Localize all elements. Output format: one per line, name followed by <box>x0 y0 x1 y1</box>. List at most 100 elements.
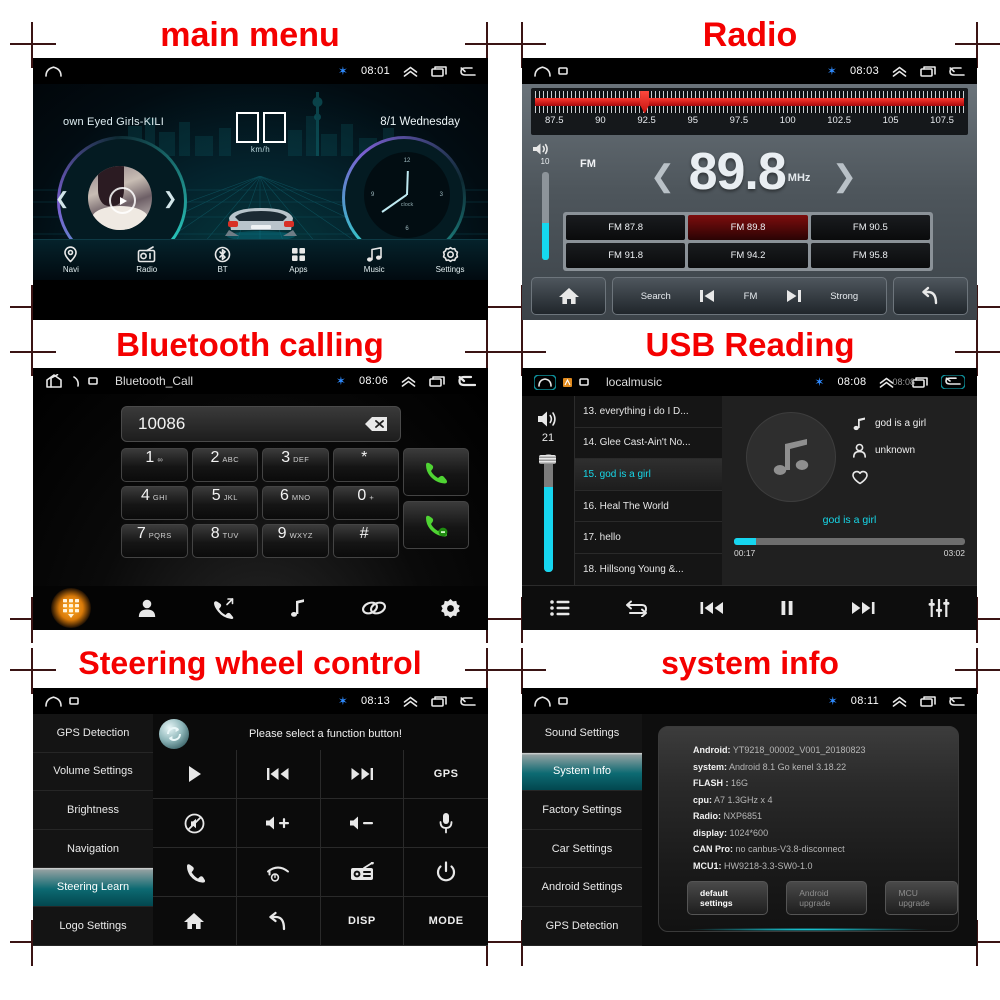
sidebar-item-gps-detection[interactable]: GPS Detection <box>522 907 642 946</box>
home-icon[interactable] <box>45 374 65 388</box>
function-previous[interactable] <box>236 750 321 799</box>
chevron-up-icon[interactable] <box>401 376 416 387</box>
playlist-button[interactable] <box>522 586 598 630</box>
function-power[interactable] <box>404 848 488 897</box>
progress-bar[interactable]: 00:17 03:02 <box>734 538 965 558</box>
equalizer-button[interactable] <box>901 586 977 630</box>
key-7[interactable]: 7 PQRS <box>121 524 188 558</box>
key-1[interactable]: 1 ∞ <box>121 448 188 482</box>
preset-button[interactable]: FM 87.8 <box>566 215 686 240</box>
sidebar-item-android-settings[interactable]: Android Settings <box>522 868 642 907</box>
sidebar-item-gps-detection[interactable]: GPS Detection <box>33 714 153 753</box>
preset-button[interactable]: FM 94.2 <box>688 243 808 268</box>
function-disp[interactable]: DISP <box>320 897 405 946</box>
sidebar-item-brightness[interactable]: Brightness <box>33 791 153 830</box>
preset-button-active[interactable]: FM 89.8 <box>688 215 808 240</box>
dock-item-settings[interactable] <box>412 586 488 630</box>
backspace-icon[interactable] <box>364 416 388 432</box>
preset-button[interactable]: FM 91.8 <box>566 243 686 268</box>
sidebar-item-factory-settings[interactable]: Factory Settings <box>522 791 642 830</box>
track-row[interactable]: 16. Heal The World <box>575 491 723 523</box>
default-settings-button[interactable]: default settings <box>687 881 769 915</box>
dock-item-link[interactable] <box>336 586 412 630</box>
mcu-upgrade-button[interactable]: MCU upgrade <box>885 881 958 915</box>
recent-apps-icon[interactable] <box>920 695 936 707</box>
search-button[interactable]: Search <box>641 291 671 302</box>
chevron-up-icon[interactable] <box>403 696 418 707</box>
usb-volume-knob[interactable] <box>539 455 556 464</box>
recent-apps-icon[interactable] <box>920 65 936 77</box>
nav-item-navi[interactable]: Navi <box>33 240 109 280</box>
nav-item-music[interactable]: Music <box>336 240 412 280</box>
home-icon[interactable] <box>534 695 551 707</box>
home-icon[interactable] <box>45 65 62 77</box>
track-row[interactable]: 17. hello <box>575 522 723 554</box>
key-9[interactable]: 9 WXYZ <box>262 524 329 558</box>
sidebar-item-navigation[interactable]: Navigation <box>33 830 153 869</box>
key-5[interactable]: 5 JKL <box>191 486 258 520</box>
preset-button[interactable]: FM 90.5 <box>810 215 930 240</box>
sidebar-item-car-settings[interactable]: Car Settings <box>522 830 642 869</box>
skip-next-icon[interactable] <box>785 288 803 304</box>
prev-arrow-icon[interactable]: ❮ <box>55 189 69 209</box>
usb-volume-slider[interactable] <box>543 454 553 572</box>
preset-button[interactable]: FM 95.8 <box>810 243 930 268</box>
screenshot-icon[interactable] <box>88 376 98 386</box>
function-call-end[interactable] <box>236 848 321 897</box>
track-row-current[interactable]: 15. god is a girl <box>575 459 723 491</box>
chevron-up-icon[interactable] <box>892 66 907 77</box>
function-call[interactable] <box>153 848 237 897</box>
screenshot-icon[interactable] <box>69 696 79 706</box>
home-button[interactable] <box>531 277 606 315</box>
back-arrow-icon[interactable] <box>949 66 965 77</box>
nav-item-radio[interactable]: Radio <box>109 240 185 280</box>
function-gps[interactable]: GPS <box>404 750 488 799</box>
home-icon[interactable] <box>534 374 556 390</box>
dialed-number-field[interactable]: 10086 <box>121 406 401 442</box>
key-8[interactable]: 8 TUV <box>191 524 258 558</box>
play-button[interactable] <box>109 187 136 214</box>
key-star[interactable]: * <box>332 448 399 482</box>
function-back[interactable] <box>236 897 321 946</box>
strong-button[interactable]: Strong <box>830 291 858 302</box>
frequency-scale[interactable]: 87.5 90 92.5 95 97.5 100 102.5 105 107.5 <box>531 88 968 135</box>
function-mute[interactable] <box>153 799 237 848</box>
back-button[interactable] <box>893 277 968 315</box>
home-icon[interactable] <box>45 695 62 707</box>
recent-apps-icon[interactable] <box>429 375 445 387</box>
sidebar-item-logo-settings[interactable]: Logo Settings <box>33 907 153 946</box>
track-row[interactable]: 13. everything i do I D... <box>575 396 723 428</box>
function-radio[interactable] <box>320 848 405 897</box>
key-4[interactable]: 4 GHI <box>121 486 188 520</box>
function-microphone[interactable] <box>404 799 488 848</box>
track-row[interactable]: 14. Glee Cast-Ain't No... <box>575 428 723 460</box>
next-button[interactable] <box>825 586 901 630</box>
nav-item-apps[interactable]: Apps <box>260 240 336 280</box>
back-arrow-icon[interactable] <box>941 375 965 389</box>
hangup-button[interactable] <box>403 501 469 549</box>
back-arrow-icon[interactable] <box>949 696 965 707</box>
function-volume-down[interactable] <box>320 799 405 848</box>
sidebar-item-sound-settings[interactable]: Sound Settings <box>522 714 642 753</box>
track-list[interactable]: 13. everything i do I D... 14. Glee Cast… <box>574 396 724 586</box>
back-arrow-icon[interactable] <box>460 696 476 707</box>
function-volume-up[interactable] <box>236 799 321 848</box>
dock-item-music[interactable] <box>260 586 336 630</box>
function-mode[interactable]: MODE <box>404 897 488 946</box>
call-button[interactable] <box>403 448 469 496</box>
home-icon[interactable] <box>534 65 551 77</box>
function-next[interactable] <box>320 750 405 799</box>
nav-item-settings[interactable]: Settings <box>412 240 488 280</box>
previous-button[interactable] <box>674 586 750 630</box>
key-2[interactable]: 2 ABC <box>191 448 258 482</box>
screenshot-icon[interactable] <box>579 377 589 387</box>
key-3[interactable]: 3 DEF <box>262 448 329 482</box>
chevron-up-icon[interactable] <box>403 66 418 77</box>
back-arrow-icon[interactable] <box>460 66 476 77</box>
recent-apps-icon[interactable] <box>431 65 447 77</box>
android-upgrade-button[interactable]: Android upgrade <box>786 881 868 915</box>
dock-item-call-history[interactable] <box>185 586 261 630</box>
key-hash[interactable]: # <box>332 524 399 558</box>
skip-previous-icon[interactable] <box>698 288 716 304</box>
pause-button[interactable] <box>749 586 825 630</box>
